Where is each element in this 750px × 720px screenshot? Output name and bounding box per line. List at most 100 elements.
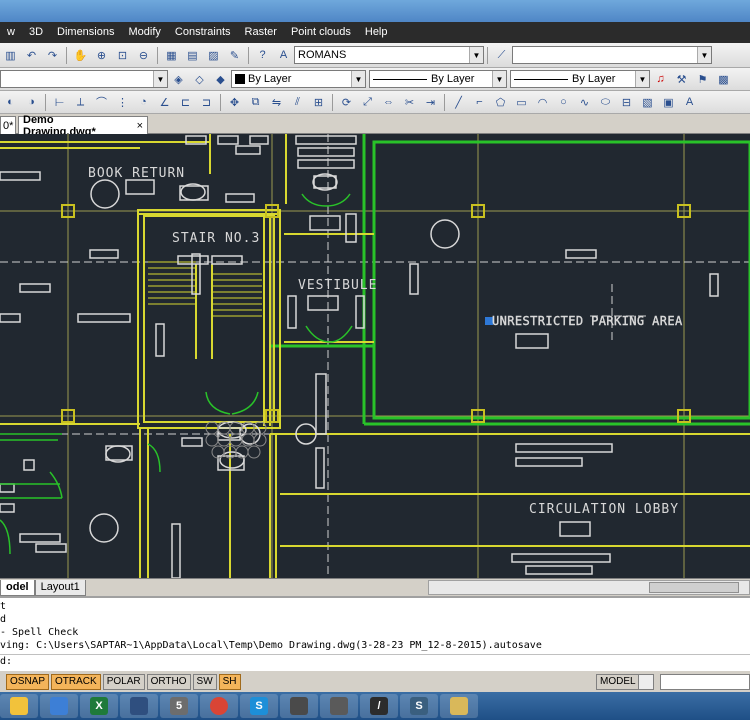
task-excel[interactable]: X bbox=[80, 694, 118, 718]
undo-icon[interactable]: ↶ bbox=[22, 46, 41, 65]
rotate-icon[interactable]: ⟳ bbox=[337, 93, 356, 112]
dim-style-select[interactable]: ▼ bbox=[512, 46, 712, 64]
copy-icon[interactable]: ⧉ bbox=[246, 93, 265, 112]
polyline-icon[interactable]: ⌐ bbox=[470, 93, 489, 112]
linetype-select[interactable]: By Layer ▼ bbox=[369, 70, 507, 88]
dim-angular-icon[interactable]: ∠ bbox=[155, 93, 174, 112]
layer-manager-icon[interactable]: ▩ bbox=[714, 70, 733, 89]
dim-style-icon[interactable]: ⟋ bbox=[492, 46, 511, 65]
label-parking[interactable]: UNRESTRICTED PARKING AREA bbox=[492, 314, 683, 328]
command-history[interactable]: t d - Spell Check ving: C:\Users\SAPTAR~… bbox=[0, 596, 750, 670]
command-input[interactable]: d: bbox=[0, 654, 750, 669]
task-sweet[interactable]: S bbox=[400, 694, 438, 718]
floor-plan[interactable]: BOOK RETURN STAIR NO.3 VESTIBULE UNRESTR… bbox=[0, 134, 750, 578]
circle-icon[interactable]: ○ bbox=[554, 93, 573, 112]
help-icon[interactable]: ? bbox=[253, 46, 272, 65]
task-cad[interactable]: / bbox=[360, 694, 398, 718]
trim-icon[interactable]: ✂ bbox=[400, 93, 419, 112]
task-blank[interactable] bbox=[320, 694, 358, 718]
markup-icon[interactable]: ✎ bbox=[225, 46, 244, 65]
mtext-icon[interactable]: A bbox=[680, 93, 699, 112]
pan-icon[interactable]: ✋ bbox=[71, 46, 90, 65]
horizontal-scrollbar[interactable] bbox=[428, 580, 750, 595]
zoom-window-icon[interactable]: ⊡ bbox=[113, 46, 132, 65]
scale-icon[interactable]: ⤢ bbox=[358, 93, 377, 112]
task-folder[interactable] bbox=[0, 694, 38, 718]
menu-point-clouds[interactable]: Point clouds bbox=[284, 22, 358, 43]
viewport-icon[interactable] bbox=[638, 673, 654, 690]
redo-icon[interactable]: ↷ bbox=[43, 46, 62, 65]
chevron-down-icon[interactable]: ▼ bbox=[153, 71, 167, 87]
menu-constraints[interactable]: Constraints bbox=[168, 22, 238, 43]
tool-palette-icon[interactable]: ▨ bbox=[204, 46, 223, 65]
task-explorer[interactable] bbox=[440, 694, 478, 718]
make-current-icon[interactable]: ◆ bbox=[211, 70, 230, 89]
zoom-realtime-icon[interactable]: ⊕ bbox=[92, 46, 111, 65]
menu-modify[interactable]: Modify bbox=[121, 22, 167, 43]
hatch-icon[interactable]: ▧ bbox=[638, 93, 657, 112]
menu-raster[interactable]: Raster bbox=[238, 22, 284, 43]
drawing-canvas[interactable]: BOOK RETURN STAIR NO.3 VESTIBULE UNRESTR… bbox=[0, 134, 750, 578]
ellipse-icon[interactable]: ⬭ bbox=[596, 93, 615, 112]
otrack-toggle[interactable]: OTRACK bbox=[51, 673, 101, 690]
chevron-down-icon[interactable]: ▼ bbox=[469, 47, 483, 63]
zoom-previous-icon[interactable]: ⊖ bbox=[134, 46, 153, 65]
offset-icon[interactable]: ⫽ bbox=[288, 93, 307, 112]
region-icon[interactable]: ▣ bbox=[659, 93, 678, 112]
chevron-down-icon[interactable]: ▼ bbox=[351, 71, 365, 87]
task-skype[interactable]: S bbox=[240, 694, 278, 718]
dim-continue-icon[interactable]: ⊐ bbox=[197, 93, 216, 112]
layer-previous-icon[interactable]: ◇ bbox=[190, 70, 209, 89]
layer-select[interactable]: ▼ bbox=[0, 70, 168, 88]
status-tray-combo[interactable] bbox=[660, 673, 750, 690]
color-select[interactable]: By Layer ▼ bbox=[231, 70, 366, 88]
menu-view[interactable]: w bbox=[0, 22, 22, 43]
ortho-toggle[interactable]: ORTHO bbox=[146, 673, 191, 690]
layer-states-icon[interactable]: ◈ bbox=[169, 70, 188, 89]
task-wildedit[interactable] bbox=[120, 694, 158, 718]
design-center-icon[interactable]: ▤ bbox=[183, 46, 202, 65]
chevron-down-icon[interactable]: ▼ bbox=[635, 71, 649, 87]
task-media[interactable] bbox=[280, 694, 318, 718]
visual-style-icon[interactable]: ◑ bbox=[22, 93, 41, 112]
line-icon[interactable]: ╱ bbox=[449, 93, 468, 112]
properties-icon[interactable]: ▦ bbox=[162, 46, 181, 65]
dim-aligned-icon[interactable]: ⟂ bbox=[71, 93, 90, 112]
polar-toggle[interactable]: POLAR bbox=[102, 673, 145, 690]
task-chrome[interactable] bbox=[200, 694, 238, 718]
orbit-icon[interactable]: ◐ bbox=[1, 93, 20, 112]
sh-toggle[interactable]: SH bbox=[218, 673, 241, 690]
tab-layout1[interactable]: Layout1 bbox=[34, 579, 86, 596]
dim-linear-icon[interactable]: ⊢ bbox=[50, 93, 69, 112]
menu-3d[interactable]: 3D bbox=[22, 22, 50, 43]
mirror-icon[interactable]: ⇋ bbox=[267, 93, 286, 112]
quick-select-icon[interactable]: ⚑ bbox=[693, 70, 712, 89]
close-icon[interactable]: × bbox=[137, 120, 143, 132]
print-icon[interactable]: ▥ bbox=[1, 46, 20, 65]
osnap-toggle[interactable]: OSNAP bbox=[6, 673, 50, 690]
tab-demo-drawing[interactable]: Demo Drawing.dwg* × bbox=[18, 114, 148, 138]
menu-help[interactable]: Help bbox=[358, 22, 395, 43]
arc-icon[interactable]: ◠ bbox=[533, 93, 552, 112]
text-style-icon[interactable]: A bbox=[274, 46, 293, 65]
move-icon[interactable]: ✥ bbox=[225, 93, 244, 112]
extend-icon[interactable]: ⇥ bbox=[421, 93, 440, 112]
plot-style-icon[interactable]: ♫ bbox=[651, 70, 670, 89]
model-space-button[interactable]: MODEL bbox=[596, 673, 640, 690]
lineweight-select[interactable]: By Layer ▼ bbox=[510, 70, 650, 88]
dim-radius-icon[interactable]: ◔ bbox=[134, 93, 153, 112]
scroll-thumb[interactable] bbox=[649, 582, 739, 593]
sw-toggle[interactable]: SW bbox=[192, 673, 217, 690]
text-style-select[interactable]: ROMANS ▼ bbox=[294, 46, 484, 64]
polygon-icon[interactable]: ⬠ bbox=[491, 93, 510, 112]
match-properties-icon[interactable]: ⚒ bbox=[672, 70, 691, 89]
array-icon[interactable]: ⊞ bbox=[309, 93, 328, 112]
dim-baseline-icon[interactable]: ⊏ bbox=[176, 93, 195, 112]
stretch-icon[interactable]: ⇔ bbox=[379, 93, 398, 112]
task-tools[interactable] bbox=[40, 694, 78, 718]
menu-dimensions[interactable]: Dimensions bbox=[50, 22, 121, 43]
task-s-app[interactable]: 5 bbox=[160, 694, 198, 718]
tab-model[interactable]: odel bbox=[0, 579, 35, 596]
tab-previous-drawing[interactable]: 0* bbox=[0, 116, 17, 134]
dim-arc-icon[interactable]: ⌒ bbox=[92, 93, 111, 112]
